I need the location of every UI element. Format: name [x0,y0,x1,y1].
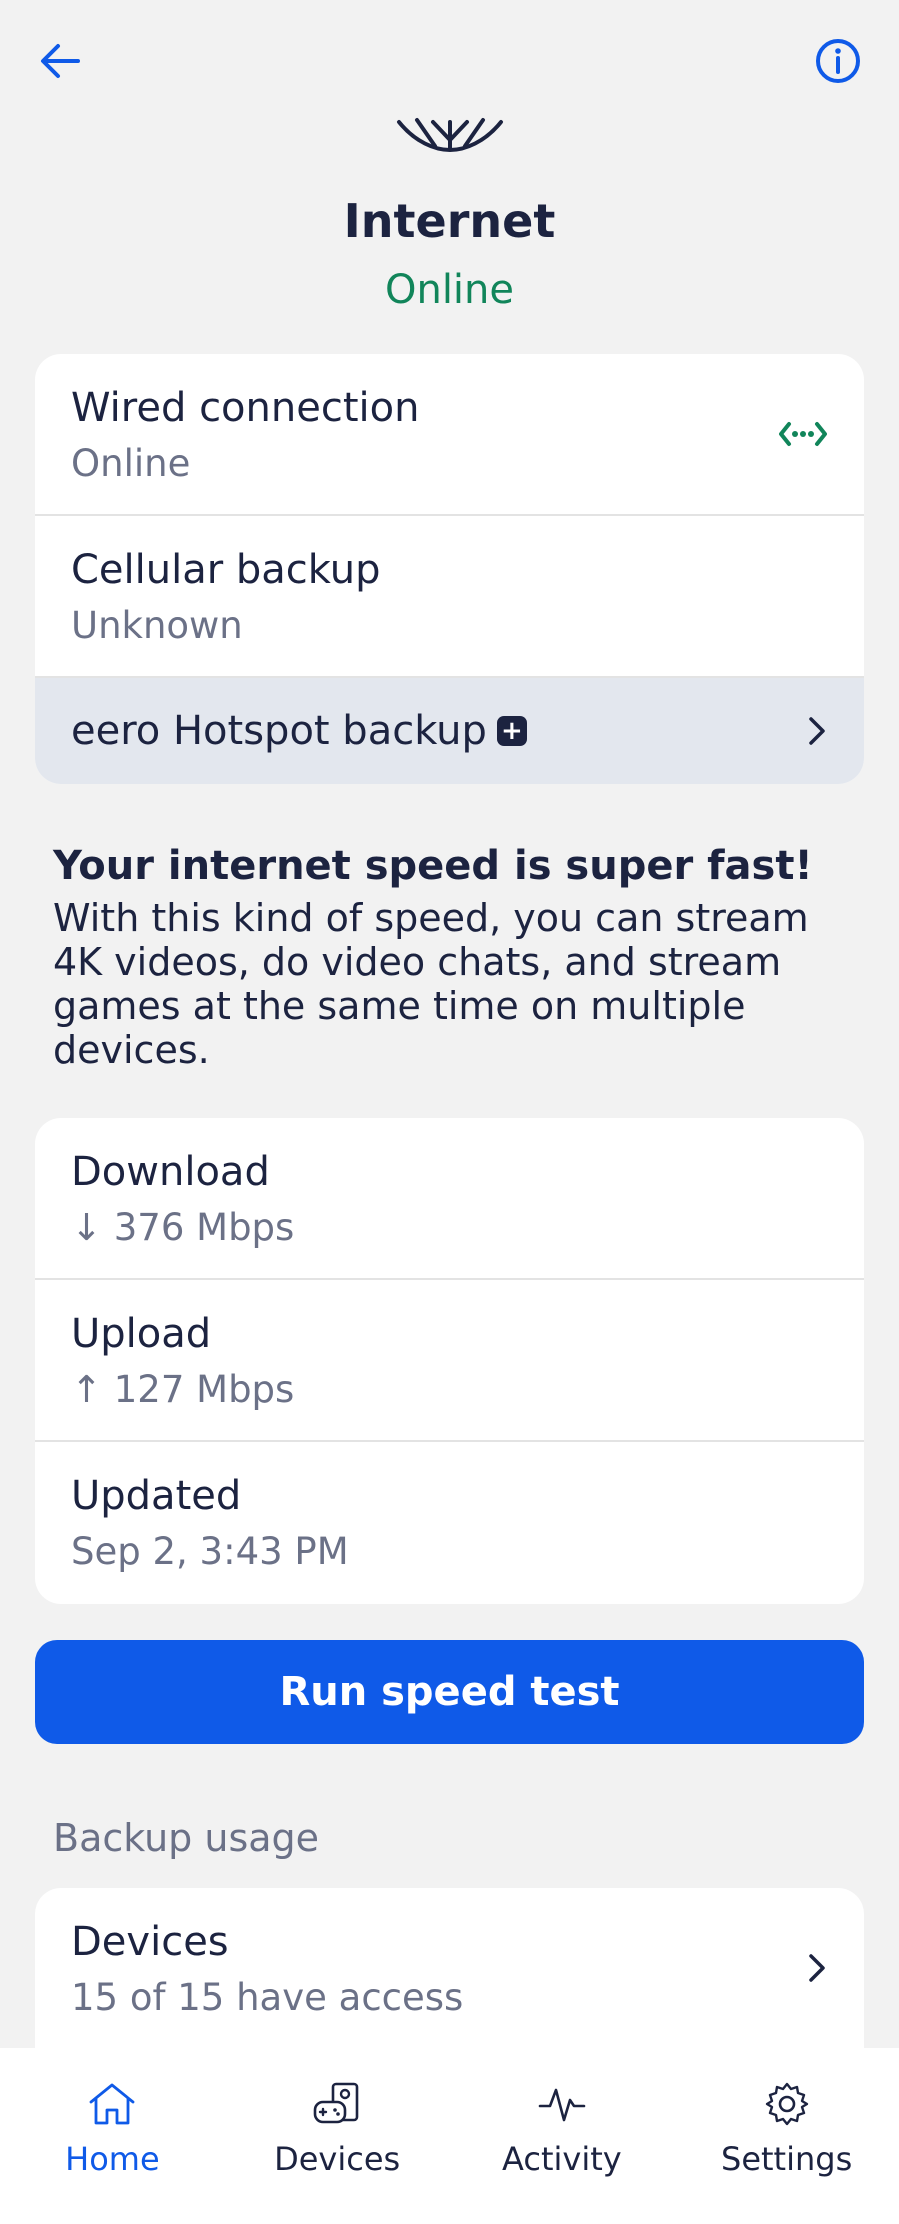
arrow-left-icon [41,44,80,78]
info-icon [816,39,860,83]
internet-hero: Internet Online [0,110,899,310]
download-row: Download ↓ 376 Mbps [35,1118,864,1280]
page-title: Internet [343,194,556,248]
info-button[interactable] [803,26,873,96]
tab-settings[interactable]: Settings [674,2048,899,2224]
tab-home[interactable]: Home [0,2048,225,2224]
chevron-right-icon [809,717,825,745]
wired-connection-label: Wired connection [71,385,420,431]
tab-activity-label: Activity [502,2140,622,2178]
hotspot-backup-row[interactable]: eero Hotspot backup + [35,678,864,784]
speed-headline: Your internet speed is super fast! [53,843,813,889]
run-speed-test-button[interactable]: Run speed test [35,1640,864,1744]
chevron-right-icon [809,1954,825,1982]
tab-devices[interactable]: Devices [225,2048,450,2224]
updated-value: Sep 2, 3:43 PM [71,1530,349,1573]
speed-description: With this kind of speed, you can stream … [53,896,809,1072]
devices-access-label: Devices [71,1919,229,1965]
bottom-tab-bar: Home Devices Activity Settings [0,2048,899,2224]
upload-row: Upload ↑ 127 Mbps [35,1280,864,1442]
globe-icon [396,118,503,153]
updated-row: Updated Sep 2, 3:43 PM [35,1442,864,1604]
activity-icon [538,2088,586,2122]
tab-activity[interactable]: Activity [450,2048,675,2224]
download-label: Download [71,1149,270,1195]
tab-settings-label: Settings [721,2140,853,2178]
tab-devices-label: Devices [274,2140,401,2178]
upload-label: Upload [71,1311,212,1357]
plus-badge-icon: + [496,716,527,746]
devices-access-row[interactable]: Devices 15 of 15 have access [35,1888,864,2048]
backup-usage-heading: Backup usage [53,1816,320,1860]
devices-access-value: 15 of 15 have access [71,1976,464,2019]
back-button[interactable] [25,26,95,96]
cellular-backup-row[interactable]: Cellular backup Unknown [35,516,864,678]
settings-icon [765,2082,808,2126]
cellular-backup-label: Cellular backup [71,547,381,593]
wired-connection-row[interactable]: Wired connection Online [35,354,864,516]
download-value: ↓ 376 Mbps [71,1206,295,1249]
speed-message: Your internet speed is super fast! With … [53,842,863,1072]
speed-card: Download ↓ 376 Mbps Upload ↑ 127 Mbps Up… [35,1118,864,1604]
wired-connection-status: Online [71,442,191,485]
internet-status: Online [384,267,515,313]
upload-value: ↑ 127 Mbps [71,1368,295,1411]
connection-card: Wired connection Online Cellular backup … [35,354,864,784]
cellular-backup-status: Unknown [71,604,243,647]
top-bar [0,0,899,120]
backup-usage-card: Devices 15 of 15 have access [35,1888,864,2048]
home-icon [89,2083,135,2125]
hotspot-backup-label: eero Hotspot backup [71,708,487,754]
tab-home-label: Home [65,2140,160,2178]
ethernet-icon [779,422,827,446]
devices-icon [313,2082,359,2124]
updated-label: Updated [71,1473,242,1519]
